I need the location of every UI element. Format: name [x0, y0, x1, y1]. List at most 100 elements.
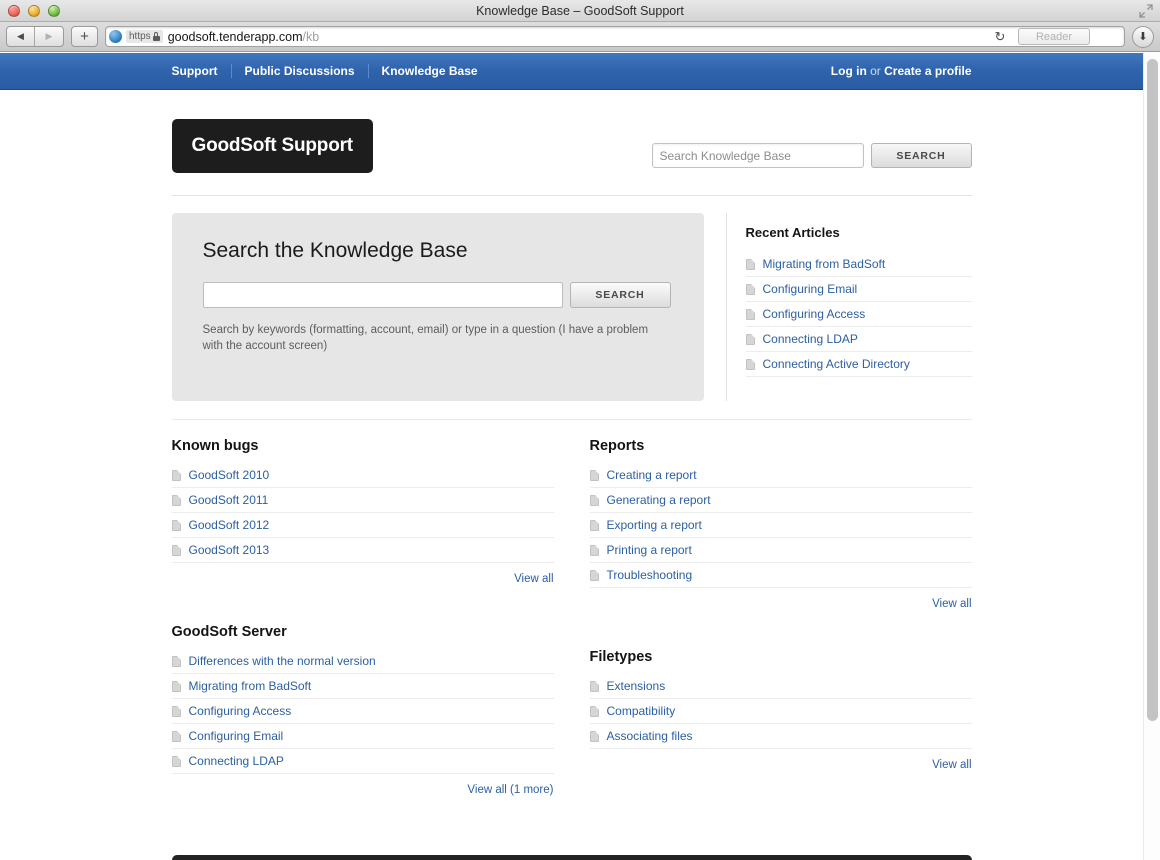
list-item[interactable]: Exporting a report	[589, 512, 972, 537]
document-icon	[171, 655, 181, 667]
list-item[interactable]: Migrating from BadSoft	[745, 252, 972, 276]
list-item[interactable]: Troubleshooting	[589, 562, 972, 587]
url-path: /kb	[302, 29, 320, 44]
document-icon	[589, 519, 599, 531]
category-item-link[interactable]: Printing a report	[607, 543, 692, 557]
kb-search-title: Search the Knowledge Base	[202, 239, 468, 262]
list-item[interactable]: Extensions	[589, 674, 972, 698]
category-filetypes: Filetypes Extensions Compatibility Assoc…	[589, 649, 972, 773]
category-item-link[interactable]: Connecting LDAP	[189, 754, 284, 768]
reload-icon[interactable]: ↻	[992, 29, 1008, 45]
category-item-link[interactable]: Generating a report	[607, 493, 711, 507]
auth-separator: or	[866, 64, 885, 78]
document-icon	[171, 730, 181, 742]
fullscreen-icon[interactable]	[1139, 4, 1153, 18]
create-profile-link[interactable]: Create a profile	[884, 64, 971, 78]
recent-article-link[interactable]: Connecting Active Directory	[763, 357, 910, 371]
category-reports: Reports Creating a report Generating a r…	[589, 438, 972, 612]
forward-button[interactable]: ▶	[35, 27, 63, 46]
login-link[interactable]: Log in	[831, 64, 867, 78]
category-list: Extensions Compatibility Associating fil…	[589, 674, 972, 748]
downloads-button[interactable]: ⬇	[1132, 25, 1154, 48]
recent-article-link[interactable]: Migrating from BadSoft	[763, 257, 886, 271]
category-title: Known bugs	[171, 438, 259, 454]
list-item[interactable]: Compatibility	[589, 698, 972, 723]
list-item[interactable]: Creating a report	[589, 463, 972, 487]
category-item-link[interactable]: GoodSoft 2011	[189, 493, 269, 507]
category-title: Reports	[589, 438, 645, 454]
address-bar[interactable]: https goodsoft.tenderapp.com/kb ↻ Reader	[105, 26, 1125, 47]
category-list: Differences with the normal version Migr…	[171, 649, 554, 773]
header-search-form: SEARCH	[651, 143, 972, 168]
list-item[interactable]: Differences with the normal version	[171, 649, 554, 673]
header-search-button[interactable]: SEARCH	[870, 143, 972, 168]
category-item-link[interactable]: Associating files	[607, 729, 693, 743]
back-button[interactable]: ◀	[7, 27, 35, 46]
list-item[interactable]: GoodSoft 2011	[171, 487, 554, 512]
category-item-link[interactable]: GoodSoft 2012	[189, 518, 270, 532]
list-item[interactable]: Configuring Email	[745, 276, 972, 301]
list-item[interactable]: Configuring Email	[171, 723, 554, 748]
recent-article-link[interactable]: Configuring Email	[763, 282, 858, 296]
list-item[interactable]: Generating a report	[589, 487, 972, 512]
category-item-link[interactable]: Troubleshooting	[607, 568, 693, 582]
category-item-link[interactable]: GoodSoft 2013	[189, 543, 270, 557]
document-icon	[589, 469, 599, 481]
list-item[interactable]: Associating files	[589, 723, 972, 748]
minimize-window-button[interactable]	[28, 4, 40, 17]
list-item[interactable]: GoodSoft 2013	[171, 537, 554, 562]
category-item-link[interactable]: Creating a report	[607, 468, 697, 482]
document-icon	[745, 258, 755, 270]
list-item[interactable]: Configuring Access	[745, 301, 972, 326]
page-scrollbar[interactable]	[1143, 53, 1160, 860]
list-item[interactable]: Migrating from BadSoft	[171, 673, 554, 698]
category-title: Filetypes	[589, 649, 653, 665]
url-text: goodsoft.tenderapp.com/kb	[168, 30, 320, 44]
kb-search-hint: Search by keywords (formatting, account,…	[202, 324, 649, 352]
view-all-link[interactable]: View all	[514, 573, 553, 585]
kb-search-button[interactable]: SEARCH	[569, 282, 671, 308]
kb-search-input[interactable]	[202, 282, 563, 308]
list-item[interactable]: GoodSoft 2012	[171, 512, 554, 537]
nav-link-public-discussions[interactable]: Public Discussions	[232, 64, 369, 78]
site-footer: RECENT DISCUSSIONS RECENT ARTICLES	[171, 855, 972, 860]
navigation-buttons: ◀ ▶	[6, 26, 64, 47]
category-item-link[interactable]: Differences with the normal version	[189, 654, 376, 668]
list-item[interactable]: Connecting Active Directory	[745, 351, 972, 376]
zoom-window-button[interactable]	[48, 4, 60, 17]
category-item-link[interactable]: Migrating from BadSoft	[189, 679, 312, 693]
view-all-link[interactable]: View all	[932, 759, 971, 771]
reader-button[interactable]: Reader	[1018, 28, 1090, 45]
document-icon	[589, 544, 599, 556]
kb-search-form: SEARCH	[202, 282, 673, 308]
document-icon	[589, 569, 599, 581]
category-item-link[interactable]: GoodSoft 2010	[189, 468, 270, 482]
recent-article-link[interactable]: Connecting LDAP	[763, 332, 858, 346]
scrollbar-thumb[interactable]	[1147, 59, 1158, 721]
view-all-link[interactable]: View all (1 more)	[467, 784, 553, 796]
list-item[interactable]: GoodSoft 2010	[171, 463, 554, 487]
list-item[interactable]: Configuring Access	[171, 698, 554, 723]
list-item[interactable]: Printing a report	[589, 537, 972, 562]
list-item[interactable]: Connecting LDAP	[745, 326, 972, 351]
recent-article-link[interactable]: Configuring Access	[763, 307, 866, 321]
auth-links: Log in or Create a profile	[831, 64, 972, 78]
category-item-link[interactable]: Configuring Access	[189, 704, 292, 718]
category-item-link[interactable]: Compatibility	[607, 704, 676, 718]
nav-link-knowledge-base[interactable]: Knowledge Base	[369, 64, 491, 78]
site-header: GoodSoft Support SEARCH	[171, 90, 972, 196]
nav-link-support[interactable]: Support	[172, 64, 232, 78]
list-item[interactable]: Connecting LDAP	[171, 748, 554, 773]
site-top-navigation: Support Public Discussions Knowledge Bas…	[0, 53, 1143, 90]
close-window-button[interactable]	[8, 4, 20, 17]
site-logo[interactable]: GoodSoft Support	[171, 119, 373, 173]
hero-row: Search the Knowledge Base SEARCH Search …	[171, 196, 972, 420]
new-tab-button[interactable]: +	[71, 26, 98, 47]
view-all-link[interactable]: View all	[932, 598, 971, 610]
recent-articles-list: Migrating from BadSoft Configuring Email…	[745, 252, 972, 376]
category-item-link[interactable]: Exporting a report	[607, 518, 702, 532]
header-search-input[interactable]	[651, 143, 864, 168]
document-icon	[171, 494, 181, 506]
category-item-link[interactable]: Configuring Email	[189, 729, 284, 743]
category-item-link[interactable]: Extensions	[607, 679, 666, 693]
